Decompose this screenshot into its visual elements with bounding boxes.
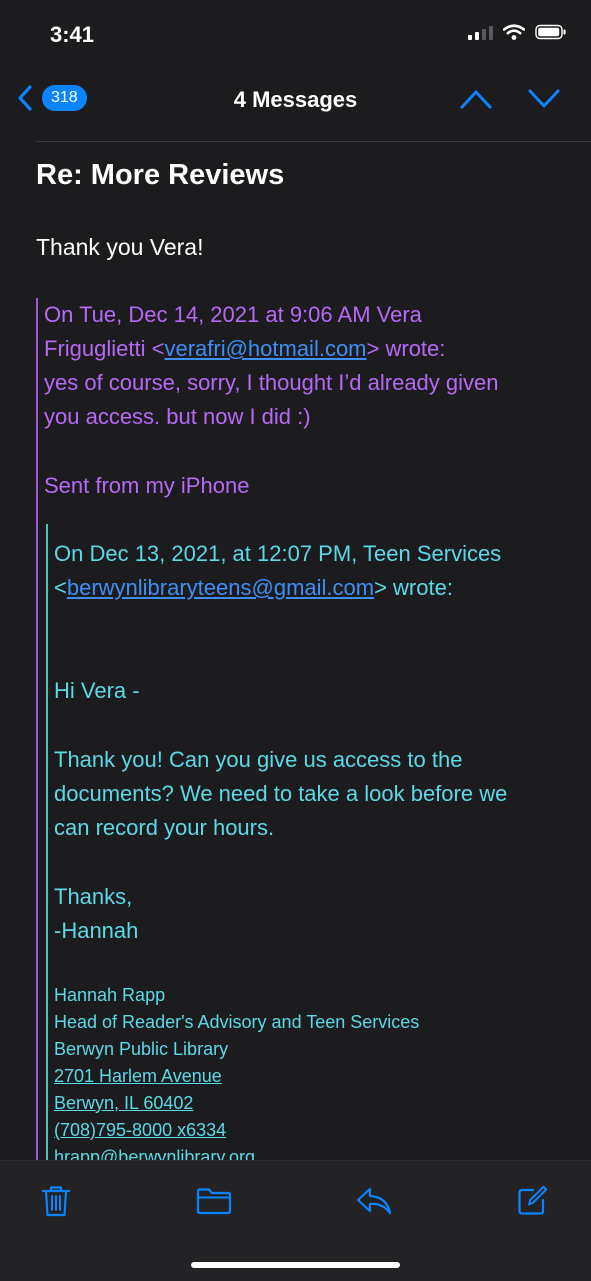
signature-phone-link[interactable]: (708)795-8000 x6334 bbox=[54, 1117, 226, 1144]
folder-icon bbox=[196, 1188, 232, 1215]
signature-address-link[interactable]: 2701 Harlem Avenue bbox=[54, 1063, 222, 1090]
message-content[interactable]: Re: More Reviews Thank you Vera! On Tue,… bbox=[0, 142, 591, 1160]
nav-bar: 318 4 Messages bbox=[0, 62, 591, 132]
reply-text: Thank you Vera! bbox=[36, 234, 204, 260]
reply-button[interactable] bbox=[354, 1181, 394, 1221]
quote2-sign-name: -Hannah bbox=[54, 918, 139, 943]
chevron-left-icon bbox=[18, 85, 32, 111]
reply-icon bbox=[356, 1187, 392, 1215]
message-subject: Re: More Reviews bbox=[36, 159, 285, 191]
quote1-signature: Sent from my iPhone bbox=[44, 473, 250, 498]
quote2-sender-email-link[interactable]: berwynlibraryteens@gmail.com bbox=[67, 575, 374, 600]
compose-button[interactable] bbox=[512, 1181, 552, 1221]
status-icons bbox=[468, 24, 567, 40]
signature-email-link[interactable]: hrapp@berwynlibrary.org bbox=[54, 1144, 255, 1160]
quote2-sender-line: <berwynlibraryteens@gmail.com> wrote: bbox=[54, 575, 453, 600]
quote1-body-line2: you access. but now I did :) bbox=[44, 404, 311, 429]
chevron-down-icon[interactable] bbox=[527, 88, 561, 110]
compose-icon bbox=[518, 1185, 548, 1215]
back-button[interactable]: 318 bbox=[16, 84, 87, 112]
unread-count-badge: 318 bbox=[42, 85, 87, 111]
signature-title: Head of Reader's Advisory and Teen Servi… bbox=[54, 1012, 420, 1032]
message-nav-arrows bbox=[459, 88, 561, 110]
cellular-signal-icon bbox=[468, 24, 493, 40]
signature-org: Berwyn Public Library bbox=[54, 1039, 229, 1059]
quote2-header-line1: On Dec 13, 2021, at 12:07 PM, Teen Servi… bbox=[54, 541, 502, 566]
status-bar: 3:41 bbox=[0, 0, 591, 62]
home-indicator[interactable] bbox=[191, 1262, 400, 1268]
wifi-icon bbox=[503, 24, 525, 40]
quote1-sender-email-link[interactable]: verafri@hotmail.com bbox=[164, 336, 366, 361]
quote1-body-line1: yes of course, sorry, I thought I’d alre… bbox=[44, 370, 499, 395]
signature-name: Hannah Rapp bbox=[54, 985, 166, 1005]
quote2-body-line3: can record your hours. bbox=[54, 815, 275, 840]
quoted-message-1: On Tue, Dec 14, 2021 at 9:06 AM Vera Fri… bbox=[36, 298, 578, 1160]
quoted-message-2: On Dec 13, 2021, at 12:07 PM, Teen Servi… bbox=[46, 524, 568, 1160]
quote2-greeting: Hi Vera - bbox=[54, 678, 140, 703]
chevron-up-icon[interactable] bbox=[459, 88, 493, 110]
quote2-body-line2: documents? We need to take a look before… bbox=[54, 781, 508, 806]
move-folder-button[interactable] bbox=[194, 1181, 234, 1221]
quote1-sender-line: Friguglietti <verafri@hotmail.com> wrote… bbox=[44, 336, 446, 361]
quote2-body-line1: Thank you! Can you give us access to the bbox=[54, 747, 463, 772]
signature-city-link[interactable]: Berwyn, IL 60402 bbox=[54, 1090, 193, 1117]
trash-button[interactable] bbox=[36, 1181, 76, 1221]
battery-icon bbox=[535, 24, 566, 40]
quote2-closing: Thanks, bbox=[54, 884, 133, 909]
status-time: 3:41 bbox=[50, 22, 95, 47]
trash-icon bbox=[41, 1186, 71, 1217]
quote1-header: On Tue, Dec 14, 2021 at 9:06 AM Vera bbox=[44, 302, 422, 327]
